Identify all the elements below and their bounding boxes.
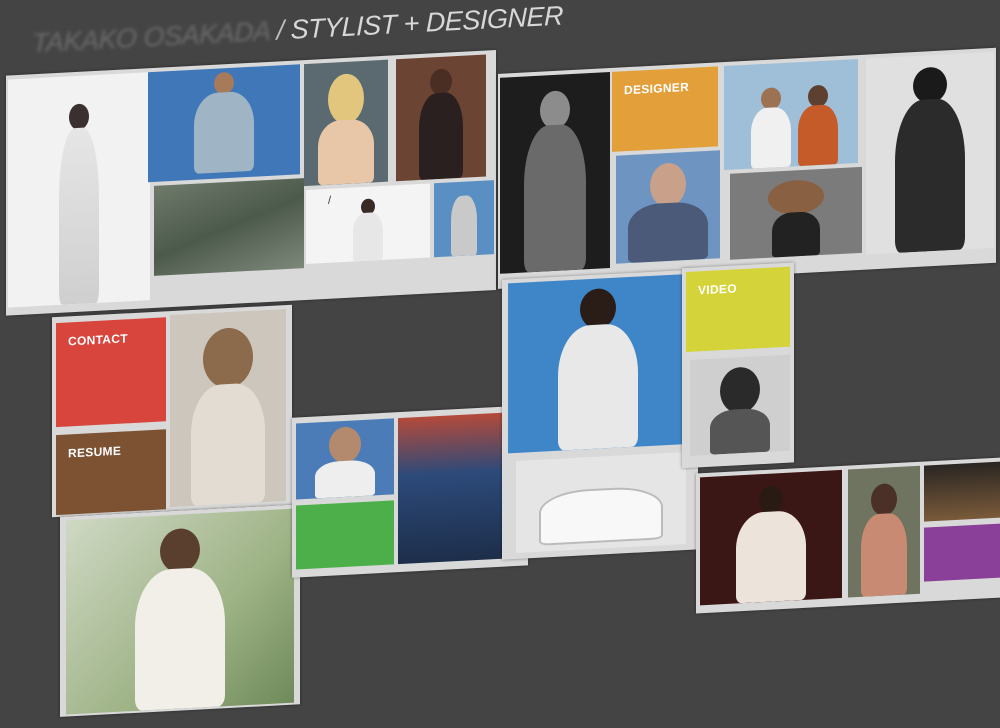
figure-icon <box>318 72 374 186</box>
video-label: VIDEO <box>698 281 737 298</box>
mosaic-panel-3: CONTACT RESUME <box>52 304 292 518</box>
photo-tile-night-scene[interactable] <box>924 461 1000 522</box>
figure-icon <box>419 68 463 181</box>
mosaic-panel-2: DESIGNER <box>498 47 996 289</box>
photo-tile-white-chair[interactable] <box>516 452 686 553</box>
figure-icon <box>194 71 254 174</box>
figure-icon <box>524 89 586 273</box>
photo-tile-microphone-singer[interactable] <box>690 354 790 456</box>
photo-tile-windblown-hair[interactable] <box>730 166 862 260</box>
photo-tile-white-outfit[interactable]: / <box>306 183 430 264</box>
figure-icon <box>558 287 638 451</box>
photo-tile-legs-sky[interactable] <box>434 180 494 258</box>
figure-icon <box>315 425 375 499</box>
photo-tile-hat-man[interactable] <box>866 51 994 255</box>
site-title-role: STYLIST + DESIGNER <box>290 0 563 45</box>
photo-tile-crowd-tent[interactable] <box>398 411 516 565</box>
designer-tile[interactable]: DESIGNER <box>612 66 718 152</box>
photo-tile-jumping-girl[interactable] <box>508 273 688 454</box>
photo-tile-runway-dress[interactable] <box>8 72 150 308</box>
figure-icon <box>451 195 477 257</box>
green-tile[interactable] <box>296 500 394 570</box>
figure-icon <box>135 526 225 711</box>
purple-tile[interactable] <box>924 523 1000 582</box>
resume-tile[interactable]: RESUME <box>56 429 166 516</box>
photo-tile-man-portrait[interactable] <box>616 150 720 264</box>
designer-label: DESIGNER <box>624 79 690 98</box>
figure-icon <box>895 65 965 254</box>
site-title-separator: / <box>276 15 284 46</box>
mosaic-panel-1: / <box>6 50 496 316</box>
photo-tile-garden-dress[interactable] <box>66 508 294 715</box>
figure-icon <box>736 484 806 604</box>
photo-tile-woman-red[interactable] <box>396 54 486 182</box>
figure-icon <box>353 198 383 262</box>
figure-icon <box>797 84 838 167</box>
photo-tile-glyph: / <box>328 194 332 207</box>
site-title-name: TAKAKO OSAKADA <box>32 15 270 59</box>
photo-tile-headphones-man[interactable] <box>296 418 394 500</box>
figure-icon <box>59 103 99 305</box>
figure-icon <box>710 366 770 455</box>
contact-tile[interactable]: CONTACT <box>56 317 166 428</box>
figure-icon <box>191 326 265 506</box>
mosaic-panel-8 <box>696 457 1000 614</box>
photo-tile-blonde-portrait[interactable] <box>304 59 388 187</box>
portfolio-mosaic: TAKAKO OSAKADA / STYLIST + DESIGNER / DE… <box>0 0 1000 728</box>
figure-icon <box>761 178 831 258</box>
photo-tile-red-chair[interactable] <box>700 469 842 606</box>
mosaic-panel-4 <box>60 504 300 717</box>
resume-label: RESUME <box>68 443 122 461</box>
figure-icon <box>861 482 907 597</box>
photo-tile-beach-duo[interactable] <box>724 59 858 171</box>
photo-tile-bw-model[interactable] <box>500 72 610 274</box>
photo-tile-halter-top[interactable] <box>848 465 920 598</box>
mosaic-panel-5 <box>292 405 528 578</box>
photo-tile-man-jumping[interactable] <box>148 64 300 183</box>
photo-tile-feathers[interactable] <box>154 178 304 276</box>
figure-icon <box>628 161 708 264</box>
mosaic-panel-7: VIDEO <box>682 262 794 469</box>
mosaic-panel-6 <box>502 269 698 560</box>
figure-icon <box>539 485 663 546</box>
figure-icon <box>750 87 791 169</box>
video-tile[interactable]: VIDEO <box>686 266 790 353</box>
contact-label: CONTACT <box>68 331 128 349</box>
photo-tile-curly-hair[interactable] <box>170 309 286 508</box>
